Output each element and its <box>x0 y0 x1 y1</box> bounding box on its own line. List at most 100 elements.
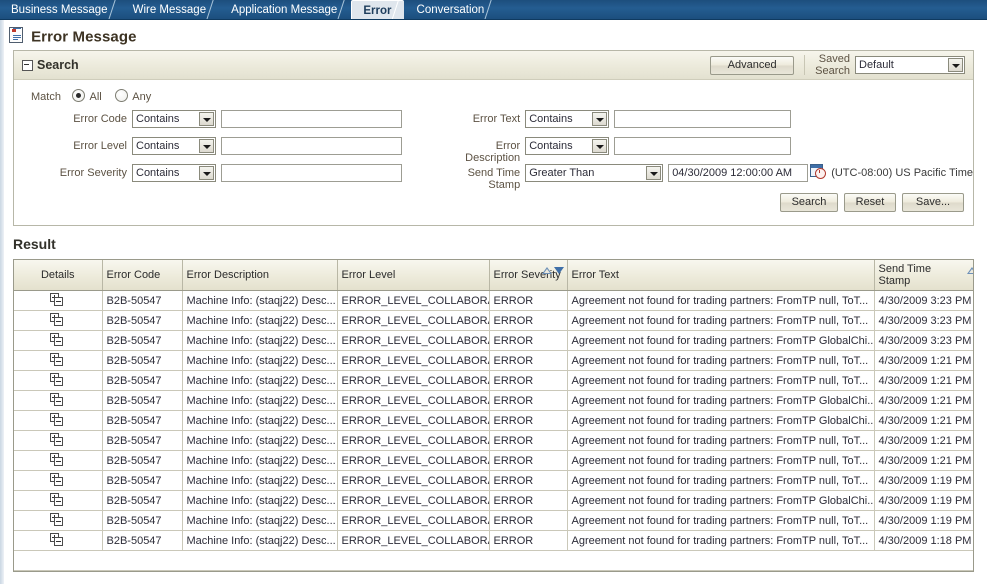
tab-wire-message[interactable]: Wire Message <box>122 0 220 20</box>
sort-ascending-icon[interactable] <box>967 267 973 274</box>
cell-details[interactable] <box>14 330 103 351</box>
cell-error-description: Machine Info: (staqj22) Desc... <box>182 370 338 391</box>
chevron-down-icon <box>646 166 662 180</box>
error-code-operator-select[interactable]: Contains <box>132 110 216 128</box>
column-header-error-level[interactable]: Error Level <box>337 260 490 291</box>
cell-details[interactable] <box>14 390 103 411</box>
timezone-note: (UTC-08:00) US Pacific Time <box>831 167 973 179</box>
cell-details[interactable] <box>14 370 103 391</box>
table-row[interactable]: B2B-50547 Machine Info: (staqj22) Desc...… <box>14 470 973 491</box>
error-text-operator-select[interactable]: Contains <box>525 110 610 128</box>
advanced-button[interactable]: Advanced <box>710 55 795 75</box>
sort-controls[interactable] <box>967 265 973 277</box>
chevron-down-icon <box>948 58 963 72</box>
table-row[interactable]: B2B-50547 Machine Info: (staqj22) Desc...… <box>14 330 973 351</box>
match-any-radio[interactable] <box>114 89 128 102</box>
cell-error-level: ERROR_LEVEL_COLLABORA... <box>337 410 490 431</box>
cell-details[interactable] <box>14 430 103 451</box>
expand-details-icon[interactable] <box>50 312 65 326</box>
cell-details[interactable] <box>14 530 103 551</box>
chevron-down-icon <box>592 139 608 153</box>
expand-details-icon[interactable] <box>50 472 65 486</box>
expand-details-icon[interactable] <box>50 512 65 526</box>
tab-business-message[interactable]: Business Message <box>0 0 121 20</box>
table-row[interactable]: B2B-50547 Machine Info: (staqj22) Desc...… <box>14 450 973 471</box>
expand-details-icon[interactable] <box>50 372 65 386</box>
table-filler-cell <box>14 550 973 571</box>
reset-button[interactable]: Reset <box>844 193 896 212</box>
column-header-send-time-stamp[interactable]: Send Time Stamp <box>874 260 973 291</box>
cell-error-description: Machine Info: (staqj22) Desc... <box>182 290 338 311</box>
cell-details[interactable] <box>14 350 103 371</box>
table-row[interactable]: B2B-50547 Machine Info: (staqj22) Desc...… <box>14 510 973 531</box>
match-all-radio[interactable] <box>72 89 86 102</box>
sort-ascending-icon[interactable] <box>541 267 552 274</box>
expand-details-icon[interactable] <box>50 392 65 406</box>
expand-details-icon[interactable] <box>50 432 65 446</box>
cell-details[interactable] <box>14 510 103 531</box>
cell-error-text: Agreement not found for trading partners… <box>567 390 875 411</box>
expand-details-icon[interactable] <box>50 452 65 466</box>
tab-conversation[interactable]: Conversation <box>406 0 498 20</box>
error-level-operator-select[interactable]: Contains <box>132 137 216 155</box>
save-button[interactable]: Save... <box>902 193 964 212</box>
error-severity-operator-select[interactable]: Contains <box>132 164 216 182</box>
cell-error-level: ERROR_LEVEL_COLLABORA... <box>337 510 490 531</box>
error-level-input[interactable] <box>221 137 402 155</box>
cell-details[interactable] <box>14 290 103 311</box>
sort-controls[interactable] <box>541 265 564 277</box>
error-description-input[interactable] <box>614 137 792 155</box>
column-header-error-text[interactable]: Error Text <box>567 260 875 291</box>
cell-details[interactable] <box>14 490 103 511</box>
document-list-icon <box>9 27 23 43</box>
send-time-stamp-input[interactable] <box>668 164 809 182</box>
tab-application-message[interactable]: Application Message <box>220 0 350 20</box>
cell-details[interactable] <box>14 470 103 491</box>
field-send-time-stamp: Send Time Stamp Greater Than (UTC-08:00)… <box>463 164 973 191</box>
table-row[interactable]: B2B-50547 Machine Info: (staqj22) Desc...… <box>14 370 973 391</box>
saved-search-select[interactable]: Default <box>855 56 965 74</box>
cell-error-severity: ERROR <box>489 450 568 471</box>
error-text-input[interactable] <box>614 110 792 128</box>
calendar-picker-icon[interactable] <box>810 164 827 179</box>
error-description-operator-select[interactable]: Contains <box>525 137 610 155</box>
tab-label: Application Message <box>231 4 338 16</box>
cell-error-level: ERROR_LEVEL_COLLABORA... <box>337 350 490 371</box>
error-code-input[interactable] <box>221 110 402 128</box>
table-row[interactable]: B2B-50547 Machine Info: (staqj22) Desc...… <box>14 410 973 431</box>
column-header-details[interactable]: Details <box>14 260 103 291</box>
expand-details-icon[interactable] <box>50 352 65 366</box>
table-row[interactable]: B2B-50547 Machine Info: (staqj22) Desc...… <box>14 390 973 411</box>
chevron-down-icon <box>592 112 608 126</box>
column-header-error-severity[interactable]: Error Severity <box>489 260 568 291</box>
search-button[interactable]: Search <box>780 193 838 212</box>
cell-details[interactable] <box>14 410 103 431</box>
table-row[interactable]: B2B-50547 Machine Info: (staqj22) Desc...… <box>14 430 973 451</box>
expand-details-icon[interactable] <box>50 412 65 426</box>
sort-descending-icon[interactable] <box>553 267 564 274</box>
table-row[interactable]: B2B-50547 Machine Info: (staqj22) Desc...… <box>14 310 973 331</box>
field-error-description: Error Description Contains <box>463 137 973 164</box>
cell-error-text: Agreement not found for trading partners… <box>567 510 875 531</box>
table-row[interactable]: B2B-50547 Machine Info: (staqj22) Desc...… <box>14 350 973 371</box>
table-row[interactable]: B2B-50547 Machine Info: (staqj22) Desc...… <box>14 290 973 311</box>
table-row[interactable]: B2B-50547 Machine Info: (staqj22) Desc...… <box>14 530 973 551</box>
collapse-toggle-icon[interactable] <box>22 59 33 71</box>
column-header-error-code[interactable]: Error Code <box>102 260 183 291</box>
table-row[interactable]: B2B-50547 Machine Info: (staqj22) Desc...… <box>14 490 973 511</box>
cell-error-description: Machine Info: (staqj22) Desc... <box>182 530 338 551</box>
cell-send-time-stamp: 4/30/2009 1:21 PM <box>874 410 973 431</box>
cell-send-time-stamp: 4/30/2009 3:23 PM <box>874 330 973 351</box>
error-severity-input[interactable] <box>221 164 402 182</box>
column-header-error-description[interactable]: Error Description <box>182 260 338 291</box>
expand-details-icon[interactable] <box>50 492 65 506</box>
expand-details-icon[interactable] <box>50 332 65 346</box>
cell-details[interactable] <box>14 310 103 331</box>
expand-details-icon[interactable] <box>50 532 65 546</box>
tab-error[interactable]: Error <box>351 0 405 20</box>
send-time-operator-select[interactable]: Greater Than <box>525 164 664 182</box>
operator-value: Contains <box>529 113 573 125</box>
expand-details-icon[interactable] <box>50 292 65 306</box>
cell-error-severity: ERROR <box>489 510 568 531</box>
cell-details[interactable] <box>14 450 103 471</box>
